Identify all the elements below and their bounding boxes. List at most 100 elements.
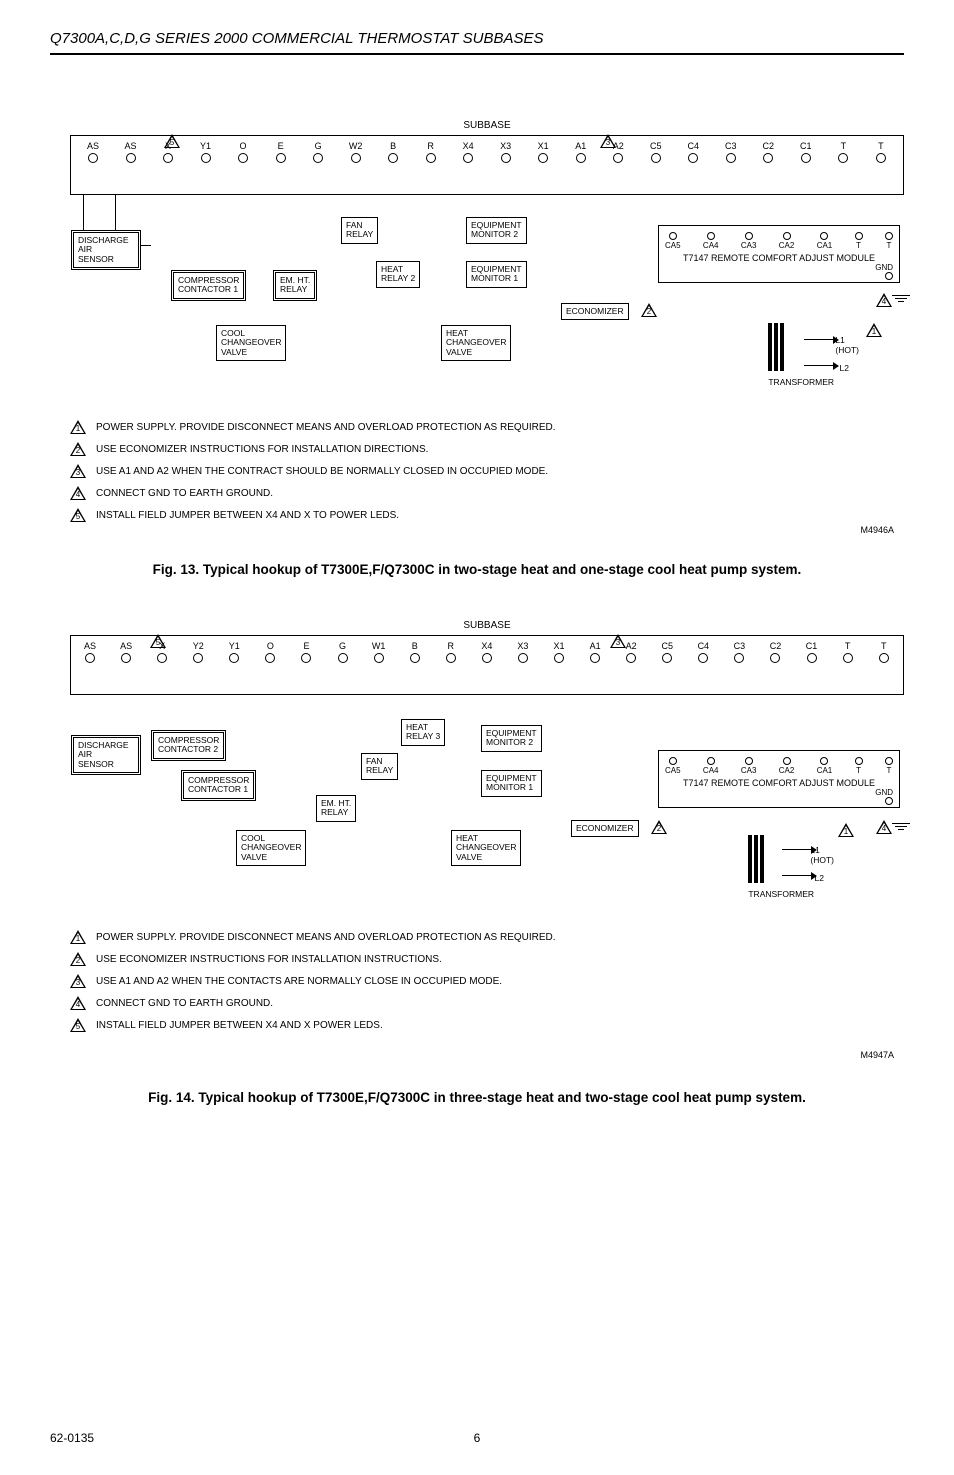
notes-fig14: 1 POWER SUPPLY. PROVIDE DISCONNECT MEANS … [70, 930, 556, 1040]
wire [83, 195, 84, 230]
notes-fig13: 1 POWER SUPPLY. PROVIDE DISCONNECT MEANS … [70, 420, 556, 530]
module-terminal-ca5: CA5 [665, 757, 681, 775]
transformer-label: TRANSFORMER [748, 889, 814, 899]
transformer-icon [758, 323, 794, 371]
wire [804, 365, 834, 366]
terminal-as: AS [115, 642, 137, 663]
terminal-x4: X4 [476, 642, 498, 663]
triangle-icon: 1 [70, 420, 86, 434]
terminal-g: G [332, 642, 354, 663]
cool-changeover-valve: COOL CHANGEOVER VALVE [216, 325, 286, 361]
footer-pagenum: 6 [0, 1431, 954, 1445]
wire [782, 849, 812, 850]
note-text: INSTALL FIELD JUMPER BETWEEN X4 AND X TO… [96, 510, 399, 521]
wire [782, 875, 812, 876]
remote-comfort-module: CA5CA4CA3CA2CA1TT T7147 REMOTE COMFORT A… [658, 225, 900, 283]
equipment-monitor-1: EQUIPMENT MONITOR 1 [466, 261, 527, 288]
terminal-a2: A2 [620, 642, 642, 663]
terminal-c3: C3 [717, 142, 745, 163]
module-label: T7147 REMOTE COMFORT ADJUST MODULE [665, 778, 893, 788]
module-terminal-t: T [885, 757, 893, 775]
terminal-c5: C5 [642, 142, 670, 163]
note-ref-2-icon: 2 [651, 820, 667, 834]
module-terminal-ca2: CA2 [779, 232, 795, 250]
triangle-icon: 2 [70, 952, 86, 966]
compressor-contactor-1: COMPRESSOR CONTACTOR 1 [181, 770, 256, 801]
module-terminal-ca1: CA1 [817, 232, 833, 250]
note-text: POWER SUPPLY. PROVIDE DISCONNECT MEANS A… [96, 932, 556, 943]
terminal-b: B [379, 142, 407, 163]
module-terminal-ca4: CA4 [703, 232, 719, 250]
terminal-x4: X4 [454, 142, 482, 163]
terminal-c2: C2 [764, 642, 786, 663]
terminal-w2: W2 [342, 142, 370, 163]
triangle-icon: 3 [70, 974, 86, 988]
em-ht-relay: EM. HT. RELAY [316, 795, 356, 822]
cool-changeover-valve: COOL CHANGEOVER VALVE [236, 830, 306, 866]
terminal-a2: A2 [604, 142, 632, 163]
terminal-w1: W1 [368, 642, 390, 663]
fan-relay: FAN RELAY [361, 753, 398, 780]
terminal-c2: C2 [754, 142, 782, 163]
wire [141, 245, 151, 246]
module-terminal-ca1: CA1 [817, 757, 833, 775]
gnd-label: GND [875, 788, 893, 797]
terminal-t: T [829, 142, 857, 163]
module-terminal-t: T [885, 232, 893, 250]
terminal-e: E [295, 642, 317, 663]
terminal-as: AS [79, 142, 107, 163]
ground-icon [890, 823, 912, 830]
wire [804, 339, 834, 340]
triangle-icon: 1 [70, 930, 86, 944]
wire [115, 195, 116, 230]
equipment-monitor-2: EQUIPMENT MONITOR 2 [466, 217, 527, 244]
terminal-as: AS [117, 142, 145, 163]
transformer-icon [738, 835, 774, 883]
note-ref-1-icon: 1 [838, 823, 854, 837]
figure-13: SUBBASE 5 3 ASASXY1OEGW2BRX4X3X1A1A2C5C4… [70, 120, 904, 540]
figure-13-caption: Fig. 13. Typical hookup of T7300E,F/Q730… [50, 562, 904, 577]
terminal-a1: A1 [584, 642, 606, 663]
terminal-x1: X1 [529, 142, 557, 163]
terminal-c4: C4 [692, 642, 714, 663]
terminal-x: X [151, 642, 173, 663]
terminal-c1: C1 [792, 142, 820, 163]
compressor-contactor-2: COMPRESSOR CONTACTOR 2 [151, 730, 226, 761]
discharge-air-sensor: DISCHARGE AIR SENSOR [71, 230, 141, 270]
terminal-t: T [873, 642, 895, 663]
l2-label: L2 [840, 363, 849, 373]
equipment-monitor-1: EQUIPMENT MONITOR 1 [481, 770, 542, 797]
note-text: USE ECONOMIZER INSTRUCTIONS FOR INSTALLA… [96, 444, 428, 455]
heat-relay-2: HEAT RELAY 2 [376, 261, 420, 288]
note-text: INSTALL FIELD JUMPER BETWEEN X4 AND X PO… [96, 1020, 383, 1031]
terminal-y1: Y1 [223, 642, 245, 663]
terminal-y1: Y1 [192, 142, 220, 163]
remote-comfort-module: CA5 CA4 CA3 CA2 CA1 T T T7147 REMOTE COMFORT A… [658, 750, 900, 808]
triangle-icon: 2 [70, 442, 86, 456]
terminal-x: X [154, 142, 182, 163]
discharge-air-sensor: DISCHARGE AIR SENSOR [71, 735, 141, 775]
note-text: POWER SUPPLY. PROVIDE DISCONNECT MEANS A… [96, 422, 556, 433]
ground-icon [890, 295, 912, 302]
drawing-ref: M4947A [860, 1050, 894, 1060]
subbase-label: SUBBASE [70, 120, 904, 131]
transformer-label: TRANSFORMER [768, 377, 834, 387]
terminal-r: R [440, 642, 462, 663]
triangle-icon: 5 [70, 508, 86, 522]
module-terminal-ca3: CA3 [741, 757, 757, 775]
note-ref-1-icon: 1 [866, 323, 882, 337]
terminal-c5: C5 [656, 642, 678, 663]
terminal-c4: C4 [679, 142, 707, 163]
terminal-t: T [837, 642, 859, 663]
triangle-icon: 3 [70, 464, 86, 478]
terminal-x3: X3 [512, 642, 534, 663]
triangle-icon: 5 [70, 1018, 86, 1032]
module-terminal-ca2: CA2 [779, 757, 795, 775]
note-text: CONNECT GND TO EARTH GROUND. [96, 488, 273, 499]
module-terminal-t: T [855, 757, 863, 775]
heat-relay-3: HEAT RELAY 3 [401, 719, 445, 746]
module-terminal-ca4: CA4 [703, 757, 719, 775]
terminal-y2: Y2 [187, 642, 209, 663]
triangle-icon: 4 [70, 996, 86, 1010]
note-ref-2-icon: 2 [641, 303, 657, 317]
